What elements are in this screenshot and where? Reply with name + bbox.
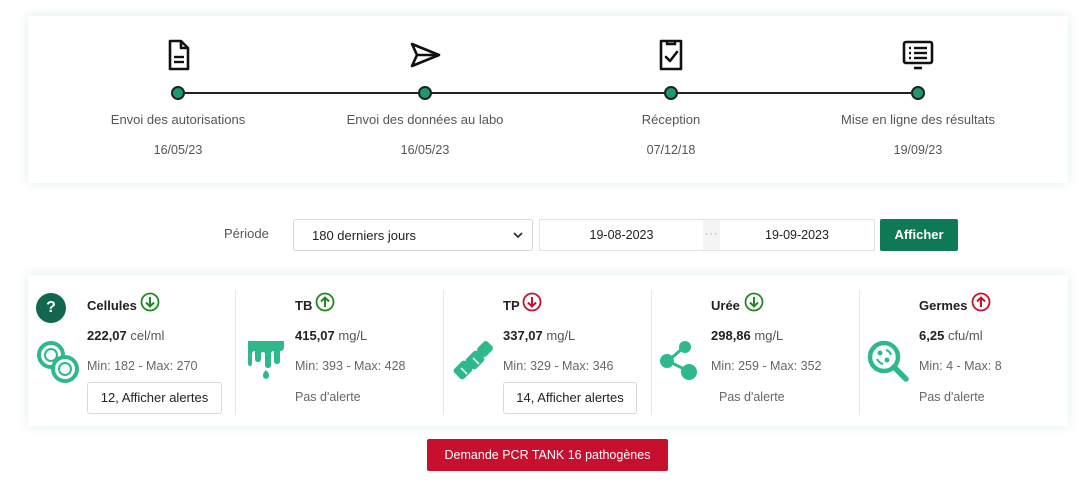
timeline-dot [664, 86, 678, 100]
timeline-step-label: Mise en ligne des résultats [841, 112, 995, 127]
metric-title: TB [295, 298, 313, 313]
metric-uree: Urée 298,86 mg/L Min: 259 - Max: 352 Pas… [652, 275, 859, 426]
arrow-down-icon [744, 292, 764, 312]
molecule-icon [660, 341, 697, 380]
timeline-step-date: 07/12/18 [646, 143, 696, 157]
afficher-button[interactable]: Afficher [880, 219, 958, 251]
metric-range: Min: 259 - Max: 352 [711, 359, 822, 373]
milk-drip-icon [248, 341, 284, 379]
metric-value: 337,07 mg/L [503, 328, 576, 343]
metric-tp: TP 337,07 mg/L Min: 329 - Max: 346 14, A… [444, 275, 651, 426]
timeline-dot [418, 86, 432, 100]
timeline-dot [911, 86, 925, 100]
pcr-request-button[interactable]: Demande PCR TANK 16 pathogènes [427, 439, 668, 471]
metric-title: TP [503, 298, 520, 313]
metric-value: 222,07 cel/ml [87, 328, 165, 343]
metric-value: 6,25 cfu/ml [919, 328, 983, 343]
metric-alert-status: Pas d'alerte [295, 390, 361, 404]
send-icon [410, 42, 441, 68]
show-alerts-button[interactable]: 14, Afficher alertes [503, 382, 637, 414]
metric-germes: Germes 6,25 cfu/ml Min: 4 - Max: 8 Pas d… [860, 275, 1068, 426]
arrow-up-icon [971, 292, 991, 312]
metric-alert-status: Pas d'alerte [719, 390, 785, 404]
metric-title: Germes [919, 298, 968, 313]
metric-title: Urée [711, 298, 740, 313]
timeline-step-label: Réception [641, 112, 701, 127]
germ-search-icon [867, 340, 909, 382]
timeline-step-label: Envoi des autorisations [110, 112, 246, 127]
arrow-down-icon [140, 292, 160, 312]
page: Envoi des autorisations 16/05/23 Envoi d… [0, 0, 1091, 486]
date-range: 19-08-2023 ··· 19-09-2023 [539, 219, 875, 251]
date-range-separator: ··· [703, 220, 720, 250]
metric-value: 298,86 mg/L [711, 328, 784, 343]
date-from-input[interactable]: 19-08-2023 [540, 220, 703, 250]
timeline-dot [171, 86, 185, 100]
protein-icon [453, 341, 493, 380]
metric-alert-status: Pas d'alerte [919, 390, 985, 404]
metric-range: Min: 182 - Max: 270 [87, 359, 198, 373]
document-icon [168, 39, 190, 71]
date-to-input[interactable]: 19-09-2023 [720, 220, 874, 250]
timeline-step-date: 16/05/23 [400, 143, 450, 157]
period-select[interactable]: 180 derniers jours [293, 219, 533, 251]
chevron-down-icon [513, 232, 523, 239]
metrics-panel: ? Cellules 222,07 cel/ml Min: 182 - Max:… [28, 275, 1068, 426]
period-select-value: 180 derniers jours [312, 228, 417, 243]
metric-range: Min: 393 - Max: 428 [295, 359, 406, 373]
show-alerts-button[interactable]: 12, Afficher alertes [87, 382, 222, 414]
timeline-step-date: 19/09/23 [893, 143, 943, 157]
arrow-up-icon [315, 292, 335, 312]
metric-value: 415,07 mg/L [295, 328, 368, 343]
arrow-down-icon [522, 292, 542, 312]
metric-range: Min: 329 - Max: 346 [503, 359, 614, 373]
metric-range: Min: 4 - Max: 8 [919, 359, 1002, 373]
timeline-line [178, 92, 920, 94]
metric-cellules: Cellules 222,07 cel/ml Min: 182 - Max: 2… [28, 275, 235, 426]
monitor-list-icon [902, 40, 934, 70]
metric-tb: TB 415,07 mg/L Min: 393 - Max: 428 Pas d… [236, 275, 443, 426]
document-check-icon [659, 39, 683, 71]
period-label: Période [224, 226, 269, 241]
status-timeline: Envoi des autorisations 16/05/23 Envoi d… [28, 16, 1068, 183]
cells-icon [37, 341, 79, 383]
timeline-step-date: 16/05/23 [153, 143, 203, 157]
timeline-step-label: Envoi des données au labo [346, 112, 504, 127]
metric-title: Cellules [87, 298, 137, 313]
